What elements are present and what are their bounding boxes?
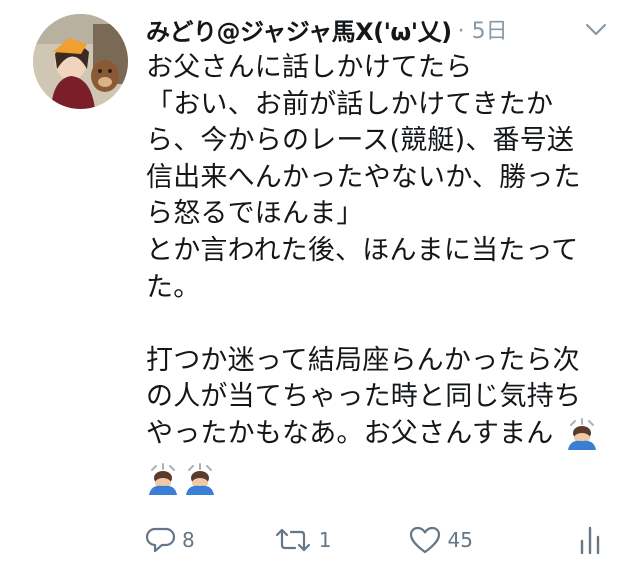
bowing-person-emoji [186, 463, 214, 495]
heart-icon [410, 526, 441, 554]
tweet-line: お父さんに話しかけてたら [146, 52, 473, 83]
tweet-line: た。 [146, 271, 201, 303]
author-name[interactable]: みどり@ジャジャ馬X('ω'乂) [146, 12, 452, 47]
tweet-header: みどり@ジャジャ馬X('ω'乂) · 5日 [146, 12, 620, 46]
analytics-button[interactable] [578, 525, 602, 555]
tweet-time[interactable]: · 5日 [458, 13, 508, 45]
emoji-row [146, 462, 217, 496]
tweet-line: ら、今からのレース(競艇)、番号送 [146, 125, 575, 157]
tweet-line: の人が当てちゃった時と同じ気持ち [146, 381, 582, 413]
tweet-text: お父さんに話しかけてたら「おい、お前が話しかけてきたか ら、今からのレース(競艇)… [146, 50, 626, 453]
avatar-image [33, 14, 128, 109]
reply-count: 8 [182, 528, 195, 552]
tweet-actions: 8 1 45 [146, 520, 620, 560]
retweet-button[interactable]: 1 [273, 526, 332, 554]
retweet-icon [275, 528, 310, 552]
tweet-line: 信出来へんかったやないか、勝った [146, 161, 581, 193]
like-button[interactable]: 45 [409, 526, 473, 554]
tweet-line: 「おい、お前が話しかけてきたか [146, 88, 554, 120]
reply-button[interactable]: 8 [146, 526, 195, 554]
tweet-line: とか言われた後、ほんまに当たって [146, 234, 579, 266]
like-count: 45 [447, 528, 473, 552]
reply-icon [146, 527, 176, 553]
tweet-line: やったかもなあ。お父さんすまん [146, 417, 554, 449]
tweet-line: 打つか迷って結局座らんかったら次 [146, 344, 580, 376]
bowing-person-emoji [149, 463, 177, 495]
bowing-person-emoji [568, 418, 596, 450]
analytics-icon [580, 526, 600, 555]
tweet-line [146, 306, 626, 343]
chevron-down-icon[interactable] [584, 18, 608, 42]
avatar[interactable] [33, 14, 128, 109]
tweet-line: ら怒るでほんま」 [146, 198, 364, 230]
retweet-count: 1 [318, 528, 332, 552]
emoji-row [565, 417, 599, 451]
